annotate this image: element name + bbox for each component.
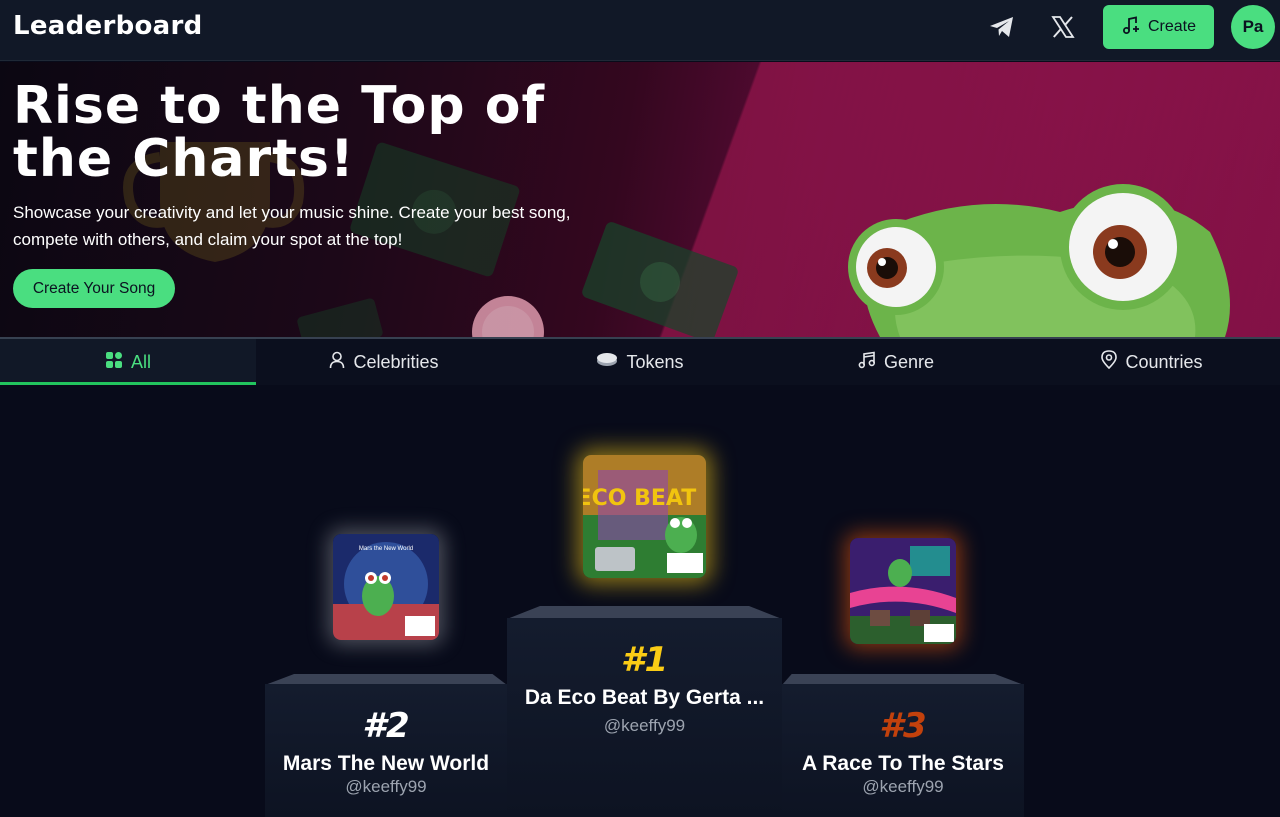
grid-icon <box>105 351 123 374</box>
frog-illustration <box>848 184 1230 337</box>
create-button-label: Create <box>1147 18 1197 35</box>
tab-all[interactable]: All <box>0 339 256 385</box>
song-cover-second[interactable]: Mars the New World <box>333 534 439 640</box>
tab-label: Celebrities <box>353 351 439 372</box>
song-cover-third[interactable] <box>850 538 956 644</box>
user-icon <box>329 351 345 374</box>
rank-first: #1 <box>620 640 669 680</box>
tab-genre[interactable]: Genre <box>768 339 1024 385</box>
song-title-second[interactable]: Mars The New World <box>265 752 507 776</box>
podium-block-third <box>782 684 1024 817</box>
tab-celebrities[interactable]: Celebrities <box>256 339 512 385</box>
artist-handle-first[interactable]: @keeffy99 <box>507 716 782 736</box>
tab-tokens[interactable]: Tokens <box>512 339 768 385</box>
tab-label: Tokens <box>626 351 684 372</box>
artist-handle-second[interactable]: @keeffy99 <box>265 777 507 797</box>
create-button[interactable]: Create <box>1103 5 1214 49</box>
podium-block-second <box>265 684 507 817</box>
telegram-icon[interactable] <box>984 11 1020 43</box>
music-plus-icon <box>1121 15 1141 40</box>
category-tabs: All Celebrities Tokens Genre Countries <box>0 337 1280 385</box>
song-cover-first[interactable]: BECO BEAT <box>583 455 706 578</box>
location-pin-icon <box>1101 350 1118 374</box>
coin-icon <box>472 296 544 337</box>
tab-label: All <box>130 351 151 372</box>
song-title-third[interactable]: A Race To The Stars <box>782 752 1024 776</box>
cover-title-text: Mars the New World <box>359 546 413 552</box>
music-note-icon <box>858 351 876 374</box>
rank-third: #3 <box>879 706 927 746</box>
hero-title: Rise to the Top of the Charts! <box>13 76 546 189</box>
tab-label: Genre <box>883 351 935 372</box>
avatar[interactable]: Pa <box>1231 5 1275 49</box>
leaderboard-podium: Mars the New World BECO BEAT <box>0 386 1280 817</box>
top-navigation-bar: Leaderboard Create Pa <box>0 0 1280 61</box>
coins-icon <box>596 352 618 373</box>
hero-banner: Rise to the Top of the Charts! Showcase … <box>0 62 1280 337</box>
x-logo-icon[interactable] <box>1045 11 1081 43</box>
artist-handle-third[interactable]: @keeffy99 <box>782 777 1024 797</box>
rank-second: #2 <box>362 706 410 746</box>
money-bill-icon <box>297 298 383 337</box>
create-your-song-button[interactable]: Create Your Song <box>13 269 175 308</box>
hero-subtitle: Showcase your creativity and let your mu… <box>13 203 571 249</box>
tab-label: Countries <box>1125 351 1203 372</box>
song-title-first[interactable]: Da Eco Beat By Gerta ... <box>507 686 782 710</box>
cover-title-text: BECO BEAT <box>583 486 696 511</box>
tab-countries[interactable]: Countries <box>1024 339 1280 385</box>
page-title: Leaderboard <box>13 11 203 41</box>
